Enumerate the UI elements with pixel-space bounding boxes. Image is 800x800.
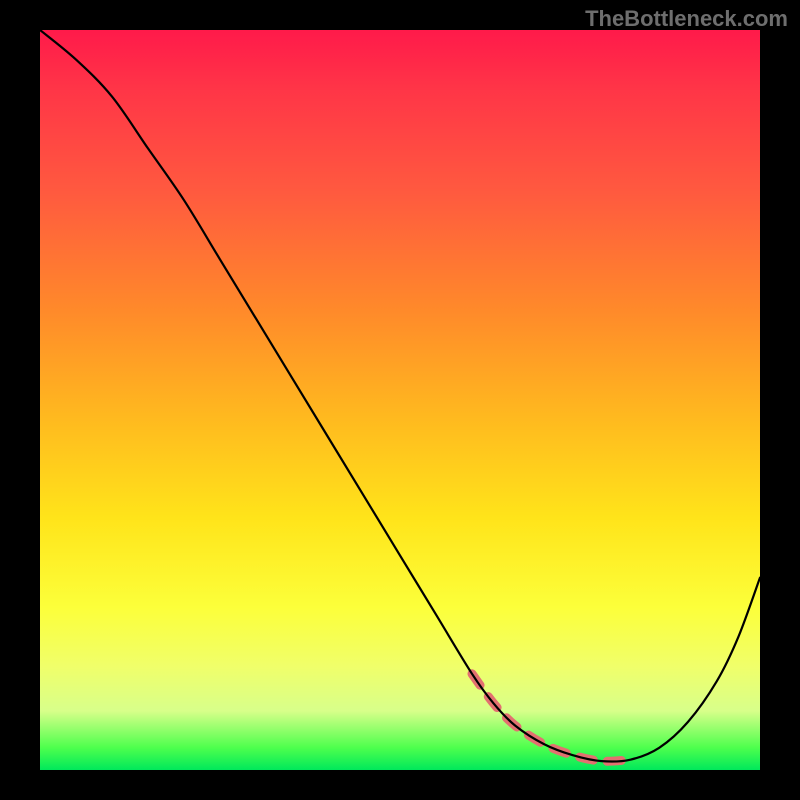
bottleneck-curve [40, 30, 760, 762]
watermark-text: TheBottleneck.com [585, 6, 788, 32]
chart-svg [40, 30, 760, 770]
chart-plot-area [40, 30, 760, 770]
